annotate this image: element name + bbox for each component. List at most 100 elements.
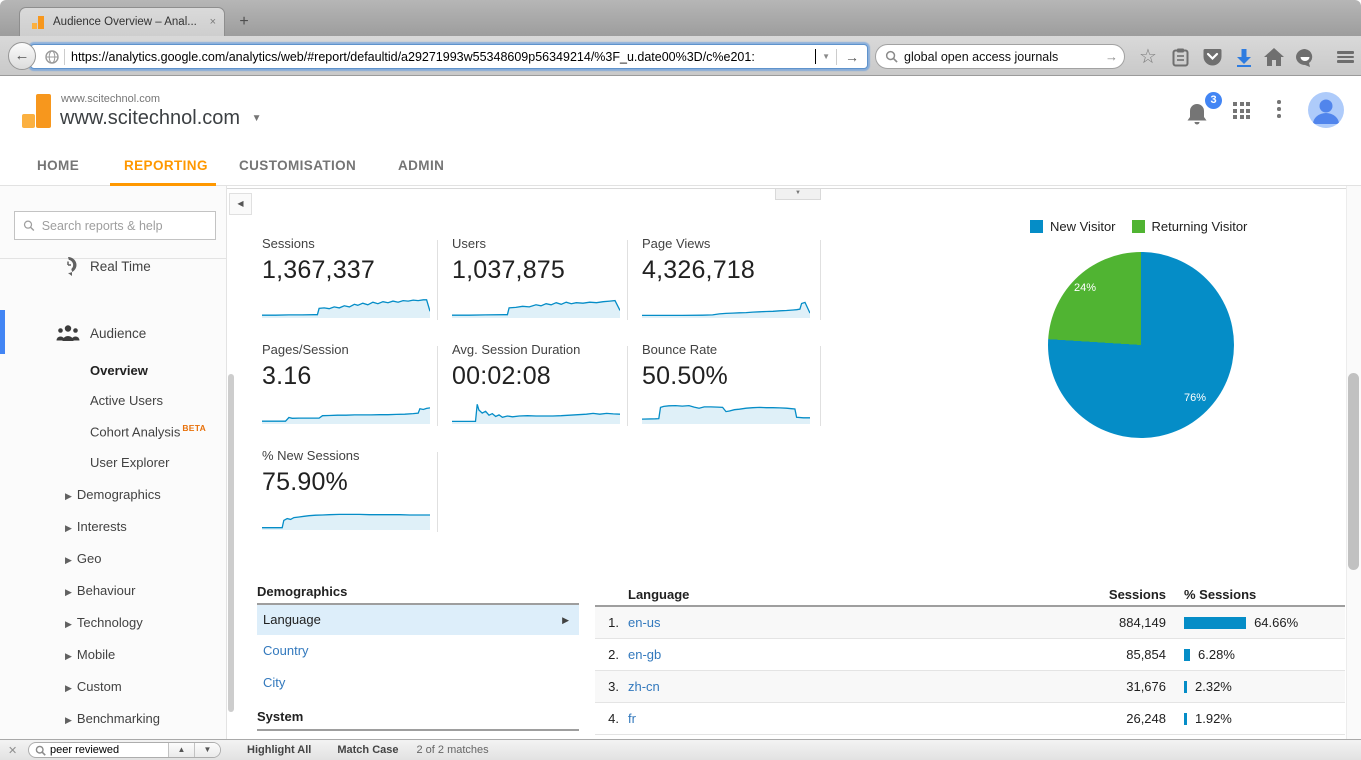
table-row[interactable]: 1. en-us 884,149 64.66%	[595, 607, 1345, 639]
item-link[interactable]: Country	[263, 643, 309, 658]
collapse-panel-button[interactable]: ▼	[775, 189, 821, 200]
sidebar-item-audience[interactable]: Audience	[0, 313, 227, 353]
metric-card-sessions[interactable]: Sessions 1,367,337	[262, 236, 434, 318]
tab-close-icon[interactable]: ×	[210, 16, 216, 28]
sidebar-item-benchmarking[interactable]: ▶ Benchmarking	[65, 711, 160, 726]
find-input[interactable]	[50, 744, 168, 756]
menu-icon[interactable]	[1332, 45, 1358, 69]
new-visitor-swatch	[1030, 220, 1043, 233]
browser-tab[interactable]: Audience Overview – Anal... ×	[19, 7, 225, 36]
column-language[interactable]: Language	[628, 587, 888, 602]
table-row[interactable]: 3. zh-cn 31,676 2.32%	[595, 671, 1345, 703]
user-avatar[interactable]	[1308, 92, 1344, 128]
notification-badge: 3	[1205, 92, 1222, 109]
reading-list-icon[interactable]	[1168, 45, 1192, 69]
metric-card-new-sessions[interactable]: % New Sessions 75.90%	[262, 448, 434, 530]
selected-arrow-icon: ▶	[562, 615, 569, 625]
sessions-value: 884,149	[1119, 615, 1166, 630]
metric-card-pages-session[interactable]: Pages/Session 3.16	[262, 342, 434, 424]
sidebar-search-box[interactable]	[14, 211, 216, 240]
metric-card-page-views[interactable]: Page Views 4,326,718	[642, 236, 814, 318]
demographics-item-country[interactable]: Country	[257, 635, 579, 667]
sidebar-item-interests[interactable]: ▶ Interests	[65, 519, 127, 534]
item-label: Language	[263, 612, 321, 627]
sidebar-item-cohort-analysis[interactable]: Cohort Analysis BETA	[90, 423, 206, 439]
nav-customisation[interactable]: CUSTOMISATION	[239, 158, 356, 173]
url-input[interactable]	[71, 49, 815, 64]
nav-admin[interactable]: ADMIN	[398, 158, 444, 173]
back-button[interactable]: ←	[8, 42, 36, 70]
sidebar-item-label: Geo	[76, 551, 102, 566]
search-input[interactable]	[904, 49, 1105, 64]
highlight-all-button[interactable]: Highlight All	[247, 744, 311, 756]
hello-chat-icon[interactable]	[1293, 45, 1317, 69]
search-icon	[885, 50, 898, 63]
find-next-button[interactable]: ▼	[194, 743, 220, 757]
metric-label: % New Sessions	[262, 448, 360, 463]
home-icon[interactable]	[1262, 45, 1286, 69]
sidebar-item-technology[interactable]: ▶ Technology	[65, 615, 143, 630]
sidebar-item-mobile[interactable]: ▶ Mobile	[65, 647, 115, 662]
find-previous-button[interactable]: ▲	[168, 743, 194, 757]
new-tab-button[interactable]: +	[232, 12, 256, 34]
bookmark-star-icon[interactable]: ☆	[1136, 45, 1160, 69]
sidebar-item-label: Audience	[90, 325, 147, 341]
page-scrollbar-thumb[interactable]	[1348, 373, 1359, 570]
metric-label: Page Views	[642, 236, 711, 251]
card-divider	[627, 240, 628, 320]
table-row[interactable]: 4. fr 26,248 1.92%	[595, 703, 1345, 735]
table-row[interactable]: 2. en-gb 85,854 6.28%	[595, 639, 1345, 671]
pocket-icon[interactable]	[1200, 45, 1224, 69]
metric-card-users[interactable]: Users 1,037,875	[452, 236, 624, 318]
metric-card-bounce-rate[interactable]: Bounce Rate 50.50%	[642, 342, 814, 424]
sidebar-item-custom[interactable]: ▶ Custom	[65, 679, 122, 694]
sidebar-item-active-users[interactable]: Active Users	[90, 393, 163, 408]
sidebar-item-label: Behaviour	[76, 583, 136, 598]
search-go-icon[interactable]: →	[1105, 49, 1118, 64]
beta-badge: BETA	[182, 423, 207, 433]
sidebar-scrollbar[interactable]	[228, 374, 234, 712]
sidebar-item-label: Demographics	[76, 487, 161, 502]
downloads-icon[interactable]	[1232, 45, 1256, 69]
metric-value: 75.90%	[262, 468, 348, 496]
language-link[interactable]: en-us	[628, 615, 661, 630]
match-case-button[interactable]: Match Case	[337, 744, 398, 756]
sidebar-item-demographics[interactable]: ▶ Demographics	[65, 487, 161, 502]
demographics-item-language[interactable]: Language ▶	[257, 605, 579, 635]
sidebar-item-overview[interactable]: Overview	[90, 363, 148, 378]
more-options-icon[interactable]	[1277, 100, 1281, 121]
metric-label: Avg. Session Duration	[452, 342, 581, 357]
nav-home[interactable]: HOME	[37, 158, 79, 173]
sidebar-item-real-time[interactable]: Real Time	[0, 246, 227, 286]
pie-label-blue: 76%	[1184, 392, 1207, 404]
sidebar-collapse-button[interactable]: ◀	[229, 193, 252, 215]
column-sessions[interactable]: Sessions	[888, 587, 1166, 602]
url-go-button[interactable]: →	[836, 48, 867, 65]
visitor-pie-chart[interactable]: 76% 24%	[1048, 252, 1234, 438]
expand-arrow-icon: ▶	[65, 651, 72, 661]
account-selector[interactable]: www.scitechnol.com ▼	[60, 107, 262, 130]
item-link[interactable]: City	[263, 675, 285, 690]
language-link[interactable]: fr	[628, 711, 636, 726]
language-link[interactable]: en-gb	[628, 647, 661, 662]
returning-visitor-swatch	[1131, 220, 1145, 233]
notifications-button[interactable]: 3	[1186, 92, 1222, 128]
url-dropdown-icon[interactable]: ▼	[822, 52, 830, 61]
card-divider	[820, 346, 821, 426]
card-divider	[820, 240, 821, 320]
url-bar[interactable]: ▼ →	[30, 44, 868, 69]
metric-card-avg-duration[interactable]: Avg. Session Duration 00:02:08	[452, 342, 624, 424]
demographics-item-city[interactable]: City	[257, 667, 579, 699]
apps-grid-icon[interactable]	[1233, 102, 1251, 120]
browser-search-bar[interactable]: →	[875, 44, 1125, 69]
expand-arrow-icon: ▶	[65, 715, 72, 725]
sidebar-item-geo[interactable]: ▶ Geo	[65, 551, 102, 566]
system-title: System	[257, 709, 304, 724]
column-pct-sessions[interactable]: % Sessions	[1184, 587, 1256, 602]
sidebar-item-behaviour[interactable]: ▶ Behaviour	[65, 583, 135, 598]
sidebar-search-input[interactable]	[41, 218, 207, 233]
language-link[interactable]: zh-cn	[628, 679, 660, 694]
nav-reporting[interactable]: REPORTING	[124, 158, 208, 173]
find-close-icon[interactable]: ✕	[8, 744, 22, 757]
sidebar-item-user-explorer[interactable]: User Explorer	[90, 455, 169, 470]
